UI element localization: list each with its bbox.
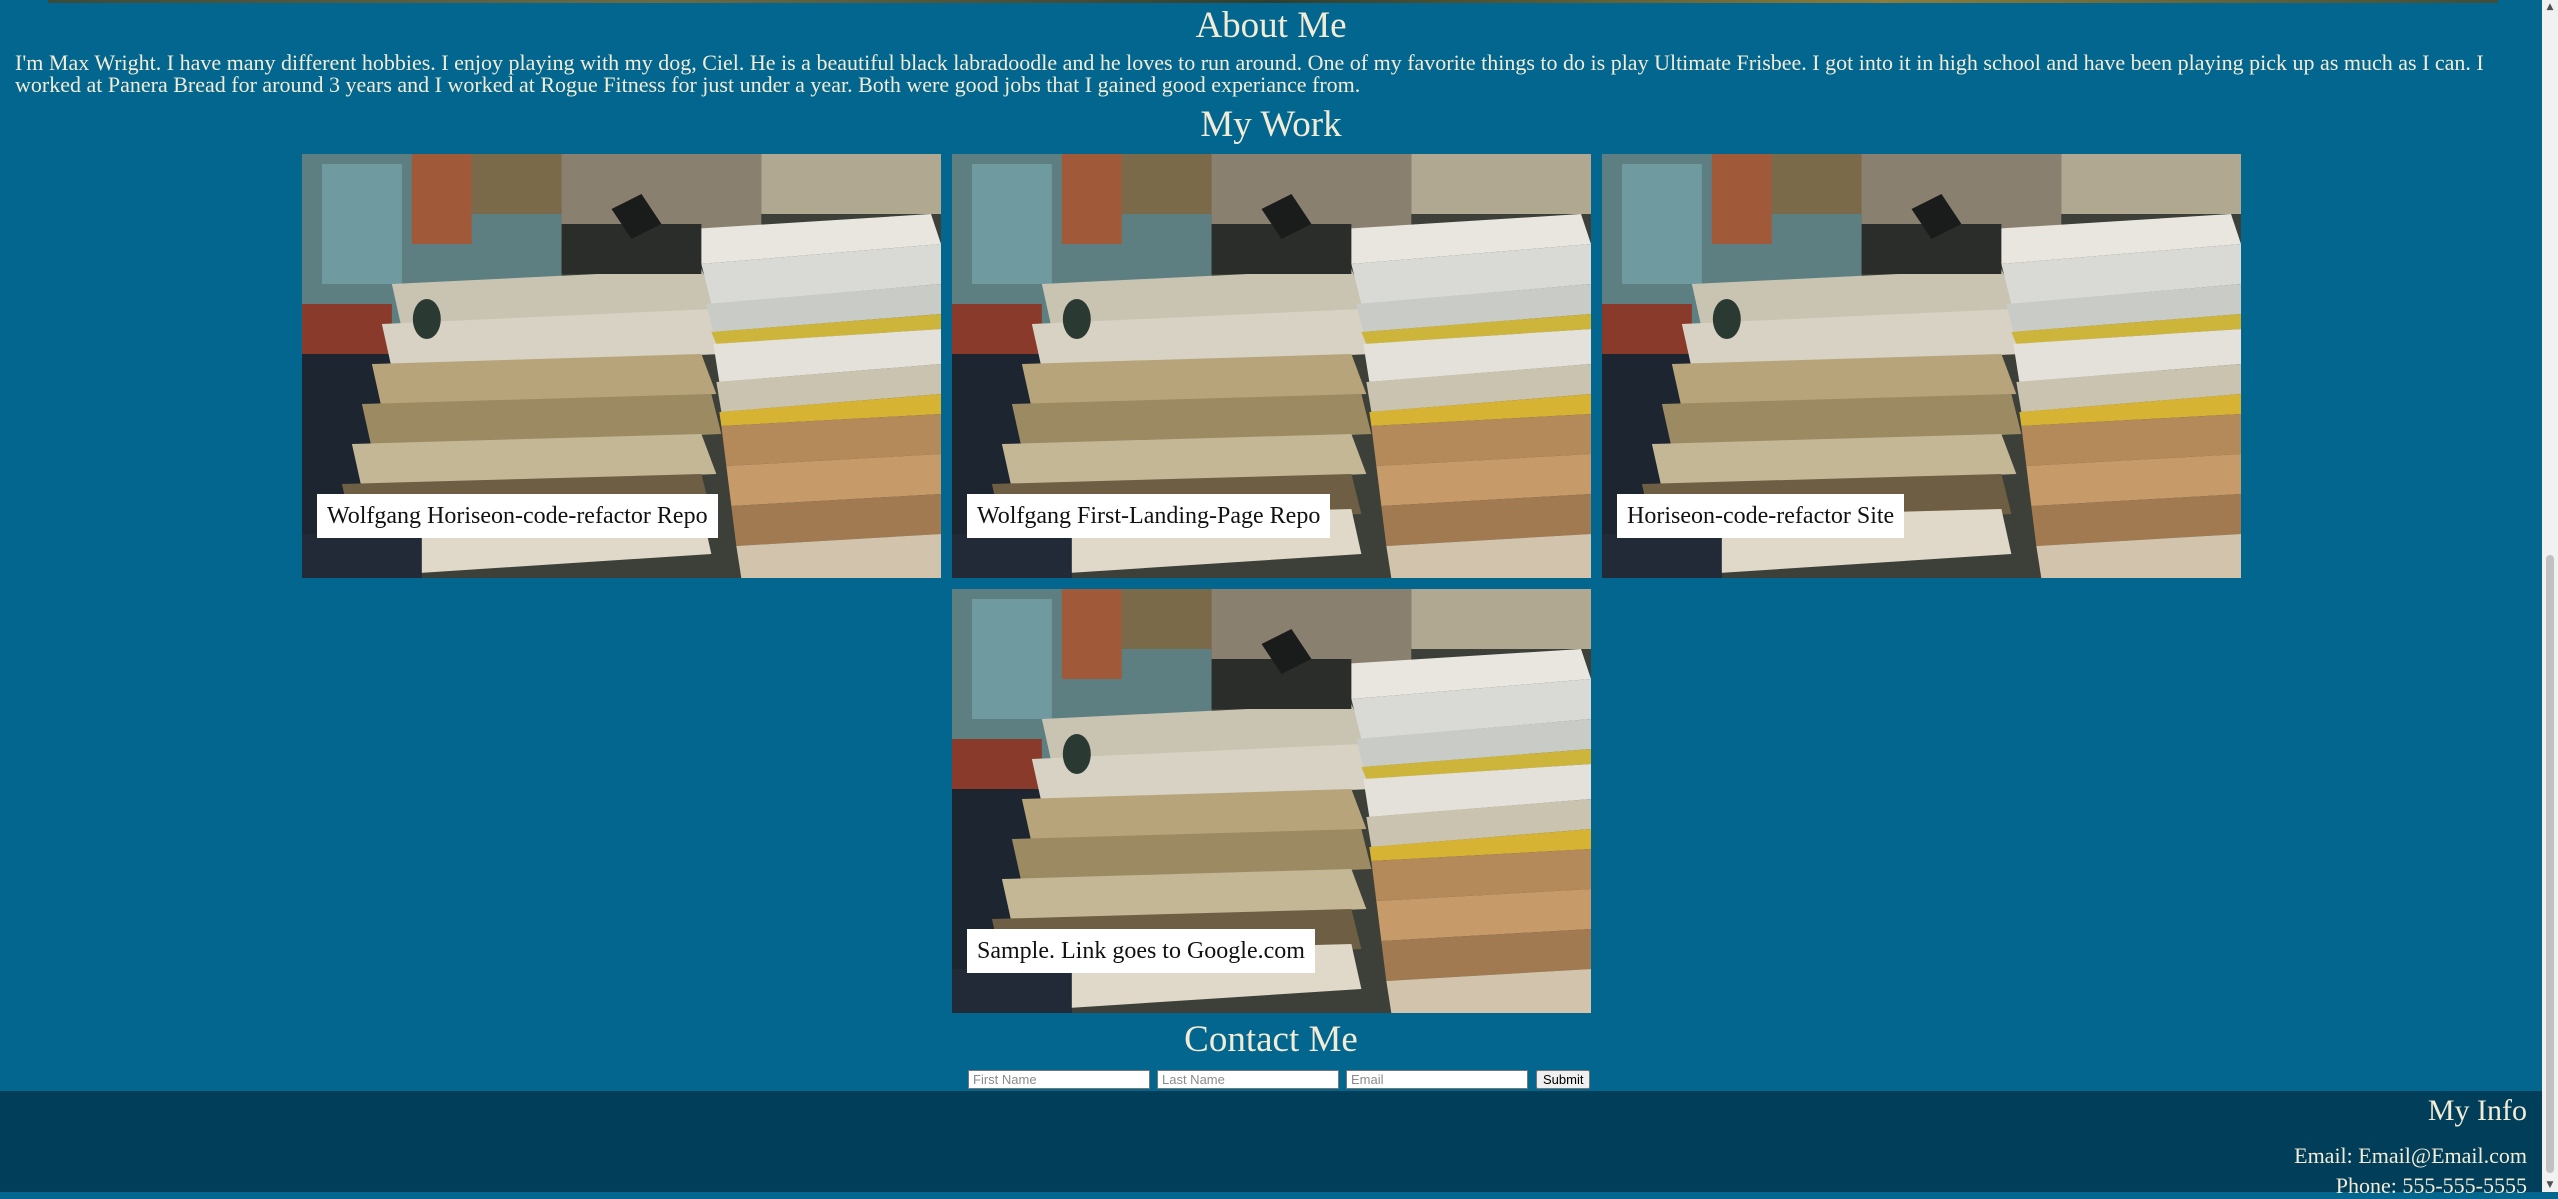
work-heading: My Work (1200, 104, 1342, 145)
submit-button[interactable]: Submit (1536, 1070, 1591, 1089)
contact-heading: Contact Me (1184, 1019, 1358, 1060)
work-card-label: Sample. Link goes to Google.com (967, 929, 1315, 973)
work-card-sample-google[interactable]: Sample. Link goes to Google.com (952, 589, 1591, 1013)
header-image-strip (48, 0, 2498, 3)
work-card-horiseon-site[interactable]: Horiseon-code-refactor Site (1602, 154, 2241, 578)
footer-phone: Phone: 555-555-5555 (2335, 1173, 2527, 1198)
about-heading: About Me (1195, 5, 1347, 46)
triangle-down-icon[interactable]: ▼ (2542, 1178, 2558, 1192)
vertical-scrollbar[interactable]: ▲ ▼ (2542, 0, 2558, 1192)
footer-heading: My Info (2427, 1094, 2527, 1127)
triangle-up-icon[interactable]: ▲ (2542, 0, 2558, 14)
work-card-label: Horiseon-code-refactor Site (1617, 494, 1905, 538)
footer-email: Email: Email@Email.com (2294, 1143, 2527, 1168)
work-card-horiseon-repo[interactable]: Wolfgang Horiseon-code-refactor Repo (302, 154, 941, 578)
work-card-label: Wolfgang First-Landing-Page Repo (967, 494, 1331, 538)
footer: My Info Email: Email@Email.com Phone: 55… (0, 1091, 2542, 1198)
contact-form: Submit (968, 1069, 1591, 1090)
about-text: I'm Max Wright. I have many different ho… (15, 50, 2484, 97)
first-name-input[interactable] (968, 1070, 1150, 1089)
email-input[interactable] (1346, 1070, 1528, 1089)
work-card-label: Wolfgang Horiseon-code-refactor Repo (317, 494, 718, 538)
work-card-landing-page-repo[interactable]: Wolfgang First-Landing-Page Repo (952, 154, 1591, 578)
scrollbar-thumb[interactable] (2546, 555, 2554, 1173)
last-name-input[interactable] (1157, 1070, 1339, 1089)
